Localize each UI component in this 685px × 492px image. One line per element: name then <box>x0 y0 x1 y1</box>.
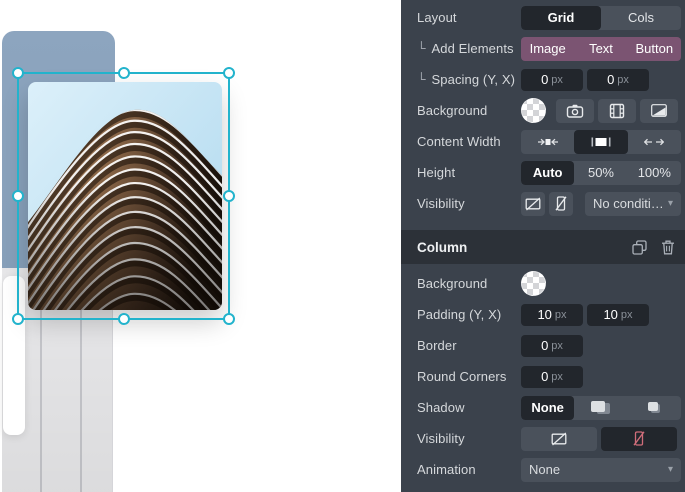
shadow-segmented-control: None <box>521 396 681 420</box>
row-column-visibility: Visibility <box>401 423 685 454</box>
column-visibility-label: Visibility <box>417 431 465 446</box>
monitor-slash-icon <box>525 197 541 211</box>
column-hide-mobile-button[interactable] <box>601 427 677 451</box>
background-color-swatch[interactable] <box>521 98 546 123</box>
content-width-full-option[interactable] <box>628 130 681 154</box>
row-layout: Layout Grid Cols <box>401 2 685 33</box>
arrows-to-center-icon <box>538 137 558 147</box>
column-hide-desktop-button[interactable] <box>521 427 597 451</box>
copy-icon <box>632 240 647 255</box>
indent-icon: └ <box>417 72 426 86</box>
layout-grid-option[interactable]: Grid <box>521 6 601 30</box>
trash-icon <box>661 240 675 255</box>
building-photo <box>28 82 222 310</box>
spacing-y-input[interactable]: 0 px <box>521 69 583 91</box>
visibility-label: Visibility <box>417 196 465 211</box>
resize-handle-e[interactable] <box>223 190 235 202</box>
content-width-label: Content Width <box>417 134 501 149</box>
border-input[interactable]: 0 px <box>521 335 583 357</box>
background-video-button[interactable] <box>598 99 636 123</box>
selected-image-element[interactable] <box>28 82 222 310</box>
column-background-swatch[interactable] <box>521 271 546 296</box>
layout-cols-option[interactable]: Cols <box>601 6 681 30</box>
properties-panel: Layout Grid Cols └ Add Elements Image Te… <box>401 0 685 492</box>
phone-slash-icon <box>633 431 645 446</box>
resize-handle-s[interactable] <box>118 313 130 325</box>
row-add-elements: └ Add Elements Image Text Button <box>401 33 685 64</box>
chevron-down-icon: ▾ <box>668 198 673 209</box>
hide-mobile-button[interactable] <box>549 192 573 216</box>
layout-segmented-control: Grid Cols <box>521 6 681 30</box>
row-content-width: Content Width <box>401 126 685 157</box>
white-card-element[interactable] <box>3 276 25 435</box>
duplicate-column-button[interactable] <box>632 240 647 255</box>
add-image-button[interactable]: Image <box>521 37 574 61</box>
inner-shadow-icon <box>644 401 664 415</box>
content-width-segmented-control <box>521 130 681 154</box>
row-column-border: Border 0 px <box>401 330 685 361</box>
row-column-background: Background <box>401 268 685 299</box>
visibility-condition-dropdown[interactable]: No conditi… ▾ <box>585 192 681 216</box>
layout-label: Layout <box>417 10 457 25</box>
background-gradient-button[interactable] <box>640 99 678 123</box>
row-background: Background <box>401 95 685 126</box>
add-text-button[interactable]: Text <box>574 37 627 61</box>
shadow-subtle-option[interactable] <box>628 396 681 420</box>
spacing-label: Spacing (Y, X) <box>432 72 516 87</box>
hide-desktop-button[interactable] <box>521 192 545 216</box>
row-column-round-corners: Round Corners 0 px <box>401 361 685 392</box>
background-label: Background <box>417 103 487 118</box>
indent-icon: └ <box>417 41 426 55</box>
shadow-drop-option[interactable] <box>574 396 627 420</box>
editor-canvas[interactable] <box>0 0 401 492</box>
arrows-outward-icon <box>644 137 664 147</box>
spacing-x-input[interactable]: 0 px <box>587 69 649 91</box>
film-icon <box>609 103 625 119</box>
round-corners-label: Round Corners <box>417 369 506 384</box>
gradient-icon <box>651 104 667 117</box>
column-section-header: Column <box>401 230 685 264</box>
animation-label: Animation <box>417 462 476 477</box>
background-photo-button[interactable] <box>556 99 594 123</box>
row-column-padding: Padding (Y, X) 10 px 10 px <box>401 299 685 330</box>
shadow-label: Shadow <box>417 400 465 415</box>
round-corners-input[interactable]: 0 px <box>521 366 583 388</box>
content-width-fixed-option[interactable] <box>574 130 627 154</box>
height-100-option[interactable]: 100% <box>628 161 681 185</box>
column-background-label: Background <box>417 276 487 291</box>
content-width-fit-option[interactable] <box>521 130 574 154</box>
shadow-none-option[interactable]: None <box>521 396 574 420</box>
resize-handle-ne[interactable] <box>223 67 235 79</box>
height-50-option[interactable]: 50% <box>574 161 627 185</box>
padding-x-input[interactable]: 10 px <box>587 304 649 326</box>
border-label: Border <box>417 338 457 353</box>
height-label: Height <box>417 165 455 180</box>
height-auto-option[interactable]: Auto <box>521 161 574 185</box>
column-section-title: Column <box>417 240 618 255</box>
row-column-shadow: Shadow None <box>401 392 685 423</box>
add-elements-group: Image Text Button <box>521 37 681 61</box>
padding-label: Padding (Y, X) <box>417 307 501 322</box>
chevron-down-icon: ▾ <box>668 464 673 475</box>
resize-handle-n[interactable] <box>118 67 130 79</box>
padding-y-input[interactable]: 10 px <box>521 304 583 326</box>
camera-icon <box>566 103 584 119</box>
monitor-slash-icon <box>551 432 567 446</box>
row-element-visibility: Visibility No conditi… ▾ <box>401 188 685 219</box>
delete-column-button[interactable] <box>661 240 675 255</box>
row-spacing: └ Spacing (Y, X) 0 px 0 px <box>401 64 685 95</box>
add-button-button[interactable]: Button <box>628 37 681 61</box>
resize-handle-se[interactable] <box>223 313 235 325</box>
height-segmented-control: Auto 50% 100% <box>521 161 681 185</box>
animation-dropdown[interactable]: None ▾ <box>521 458 681 482</box>
fixed-width-icon <box>591 137 611 147</box>
row-column-animation: Animation None ▾ <box>401 454 685 485</box>
row-height: Height Auto 50% 100% <box>401 157 685 188</box>
phone-slash-icon <box>555 196 567 211</box>
add-elements-label: Add Elements <box>432 41 514 56</box>
drop-shadow-icon <box>591 401 611 415</box>
